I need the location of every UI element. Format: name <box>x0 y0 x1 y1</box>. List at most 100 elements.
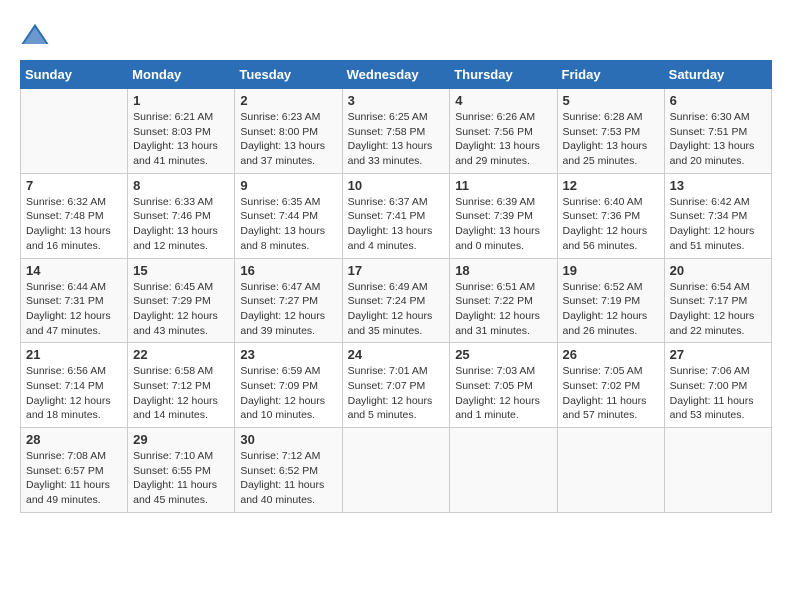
day-cell: 1 Sunrise: 6:21 AMSunset: 8:03 PMDaylight… <box>128 89 235 174</box>
day-info: Sunrise: 6:52 AMSunset: 7:19 PMDaylight:… <box>563 280 659 339</box>
day-number: 18 <box>455 263 551 278</box>
day-cell: 25 Sunrise: 7:03 AMSunset: 7:05 PMDayligh… <box>450 343 557 428</box>
day-info: Sunrise: 6:33 AMSunset: 7:46 PMDaylight:… <box>133 195 229 254</box>
day-cell <box>342 428 450 513</box>
day-cell <box>664 428 771 513</box>
header-cell-monday: Monday <box>128 61 235 89</box>
day-info: Sunrise: 6:26 AMSunset: 7:56 PMDaylight:… <box>455 110 551 169</box>
week-row-1: 1 Sunrise: 6:21 AMSunset: 8:03 PMDaylight… <box>21 89 772 174</box>
day-cell <box>450 428 557 513</box>
day-number: 1 <box>133 93 229 108</box>
day-cell: 22 Sunrise: 6:58 AMSunset: 7:12 PMDayligh… <box>128 343 235 428</box>
day-number: 4 <box>455 93 551 108</box>
day-cell: 15Sunrise: 6:45 AMSunset: 7:29 PMDayligh… <box>128 258 235 343</box>
day-cell: 3Sunrise: 6:25 AMSunset: 7:58 PMDaylight… <box>342 89 450 174</box>
day-info: Sunrise: 6:58 AMSunset: 7:12 PMDaylight:… <box>133 364 229 423</box>
day-info: Sunrise: 6:28 AMSunset: 7:53 PMDaylight:… <box>563 110 659 169</box>
day-number: 6 <box>670 93 766 108</box>
day-number: 16 <box>240 263 336 278</box>
day-cell: 13 Sunrise: 6:42 AMSunset: 7:34 PMDayligh… <box>664 173 771 258</box>
calendar-header: SundayMondayTuesdayWednesdayThursdayFrid… <box>21 61 772 89</box>
day-cell: 23 Sunrise: 6:59 AMSunset: 7:09 PMDayligh… <box>235 343 342 428</box>
day-cell: 27Sunrise: 7:06 AMSunset: 7:00 PMDayligh… <box>664 343 771 428</box>
day-cell: 11Sunrise: 6:39 AMSunset: 7:39 PMDayligh… <box>450 173 557 258</box>
day-cell <box>21 89 128 174</box>
day-cell: 5 Sunrise: 6:28 AMSunset: 7:53 PMDaylight… <box>557 89 664 174</box>
day-number: 25 <box>455 347 551 362</box>
day-cell: 2 Sunrise: 6:23 AMSunset: 8:00 PMDaylight… <box>235 89 342 174</box>
week-row-4: 21Sunrise: 6:56 AMSunset: 7:14 PMDayligh… <box>21 343 772 428</box>
header-cell-friday: Friday <box>557 61 664 89</box>
logo-icon <box>20 20 50 50</box>
day-cell: 16 Sunrise: 6:47 AMSunset: 7:27 PMDayligh… <box>235 258 342 343</box>
header-cell-thursday: Thursday <box>450 61 557 89</box>
day-info: Sunrise: 6:44 AMSunset: 7:31 PMDaylight:… <box>26 280 122 339</box>
day-info: Sunrise: 6:51 AMSunset: 7:22 PMDaylight:… <box>455 280 551 339</box>
day-number: 10 <box>348 178 445 193</box>
day-cell: 6 Sunrise: 6:30 AMSunset: 7:51 PMDaylight… <box>664 89 771 174</box>
day-cell: 20 Sunrise: 6:54 AMSunset: 7:17 PMDayligh… <box>664 258 771 343</box>
day-number: 2 <box>240 93 336 108</box>
day-number: 29 <box>133 432 229 447</box>
day-cell: 9 Sunrise: 6:35 AMSunset: 7:44 PMDaylight… <box>235 173 342 258</box>
day-number: 26 <box>563 347 659 362</box>
day-number: 5 <box>563 93 659 108</box>
day-number: 21 <box>26 347 122 362</box>
day-cell: 18 Sunrise: 6:51 AMSunset: 7:22 PMDayligh… <box>450 258 557 343</box>
calendar-table: SundayMondayTuesdayWednesdayThursdayFrid… <box>20 60 772 513</box>
logo <box>20 20 54 50</box>
header-row: SundayMondayTuesdayWednesdayThursdayFrid… <box>21 61 772 89</box>
day-number: 9 <box>240 178 336 193</box>
day-number: 23 <box>240 347 336 362</box>
day-cell: 4 Sunrise: 6:26 AMSunset: 7:56 PMDaylight… <box>450 89 557 174</box>
day-info: Sunrise: 7:03 AMSunset: 7:05 PMDaylight:… <box>455 364 551 423</box>
header-cell-tuesday: Tuesday <box>235 61 342 89</box>
day-cell <box>557 428 664 513</box>
day-info: Sunrise: 6:59 AMSunset: 7:09 PMDaylight:… <box>240 364 336 423</box>
day-number: 12 <box>563 178 659 193</box>
day-number: 24 <box>348 347 445 362</box>
day-info: Sunrise: 7:12 AMSunset: 6:52 PMDaylight:… <box>240 449 336 508</box>
day-cell: 26 Sunrise: 7:05 AMSunset: 7:02 PMDayligh… <box>557 343 664 428</box>
day-number: 19 <box>563 263 659 278</box>
day-info: Sunrise: 6:21 AMSunset: 8:03 PMDaylight:… <box>133 110 229 169</box>
day-number: 22 <box>133 347 229 362</box>
day-cell: 12Sunrise: 6:40 AMSunset: 7:36 PMDayligh… <box>557 173 664 258</box>
day-info: Sunrise: 6:32 AMSunset: 7:48 PMDaylight:… <box>26 195 122 254</box>
day-number: 30 <box>240 432 336 447</box>
day-info: Sunrise: 6:54 AMSunset: 7:17 PMDaylight:… <box>670 280 766 339</box>
header-cell-wednesday: Wednesday <box>342 61 450 89</box>
day-cell: 17Sunrise: 6:49 AMSunset: 7:24 PMDayligh… <box>342 258 450 343</box>
header-cell-sunday: Sunday <box>21 61 128 89</box>
day-cell: 10 Sunrise: 6:37 AMSunset: 7:41 PMDayligh… <box>342 173 450 258</box>
day-info: Sunrise: 6:23 AMSunset: 8:00 PMDaylight:… <box>240 110 336 169</box>
day-info: Sunrise: 6:45 AMSunset: 7:29 PMDaylight:… <box>133 280 229 339</box>
day-cell: 29 Sunrise: 7:10 AMSunset: 6:55 PMDayligh… <box>128 428 235 513</box>
day-info: Sunrise: 7:06 AMSunset: 7:00 PMDaylight:… <box>670 364 766 423</box>
day-cell: 30 Sunrise: 7:12 AMSunset: 6:52 PMDayligh… <box>235 428 342 513</box>
day-info: Sunrise: 6:35 AMSunset: 7:44 PMDaylight:… <box>240 195 336 254</box>
day-info: Sunrise: 6:39 AMSunset: 7:39 PMDaylight:… <box>455 195 551 254</box>
day-number: 13 <box>670 178 766 193</box>
day-number: 20 <box>670 263 766 278</box>
day-info: Sunrise: 7:08 AMSunset: 6:57 PMDaylight:… <box>26 449 122 508</box>
day-number: 14 <box>26 263 122 278</box>
day-number: 28 <box>26 432 122 447</box>
day-info: Sunrise: 6:42 AMSunset: 7:34 PMDaylight:… <box>670 195 766 254</box>
week-row-5: 28 Sunrise: 7:08 AMSunset: 6:57 PMDayligh… <box>21 428 772 513</box>
day-cell: 7Sunrise: 6:32 AMSunset: 7:48 PMDaylight… <box>21 173 128 258</box>
day-info: Sunrise: 6:37 AMSunset: 7:41 PMDaylight:… <box>348 195 445 254</box>
day-cell: 8Sunrise: 6:33 AMSunset: 7:46 PMDaylight… <box>128 173 235 258</box>
day-info: Sunrise: 7:10 AMSunset: 6:55 PMDaylight:… <box>133 449 229 508</box>
day-cell: 24Sunrise: 7:01 AMSunset: 7:07 PMDayligh… <box>342 343 450 428</box>
day-cell: 19 Sunrise: 6:52 AMSunset: 7:19 PMDayligh… <box>557 258 664 343</box>
day-cell: 14 Sunrise: 6:44 AMSunset: 7:31 PMDayligh… <box>21 258 128 343</box>
week-row-2: 7Sunrise: 6:32 AMSunset: 7:48 PMDaylight… <box>21 173 772 258</box>
day-info: Sunrise: 7:05 AMSunset: 7:02 PMDaylight:… <box>563 364 659 423</box>
week-row-3: 14 Sunrise: 6:44 AMSunset: 7:31 PMDayligh… <box>21 258 772 343</box>
page-header <box>20 20 772 50</box>
calendar-body: 1 Sunrise: 6:21 AMSunset: 8:03 PMDaylight… <box>21 89 772 513</box>
day-cell: 28 Sunrise: 7:08 AMSunset: 6:57 PMDayligh… <box>21 428 128 513</box>
day-info: Sunrise: 6:47 AMSunset: 7:27 PMDaylight:… <box>240 280 336 339</box>
day-info: Sunrise: 6:30 AMSunset: 7:51 PMDaylight:… <box>670 110 766 169</box>
